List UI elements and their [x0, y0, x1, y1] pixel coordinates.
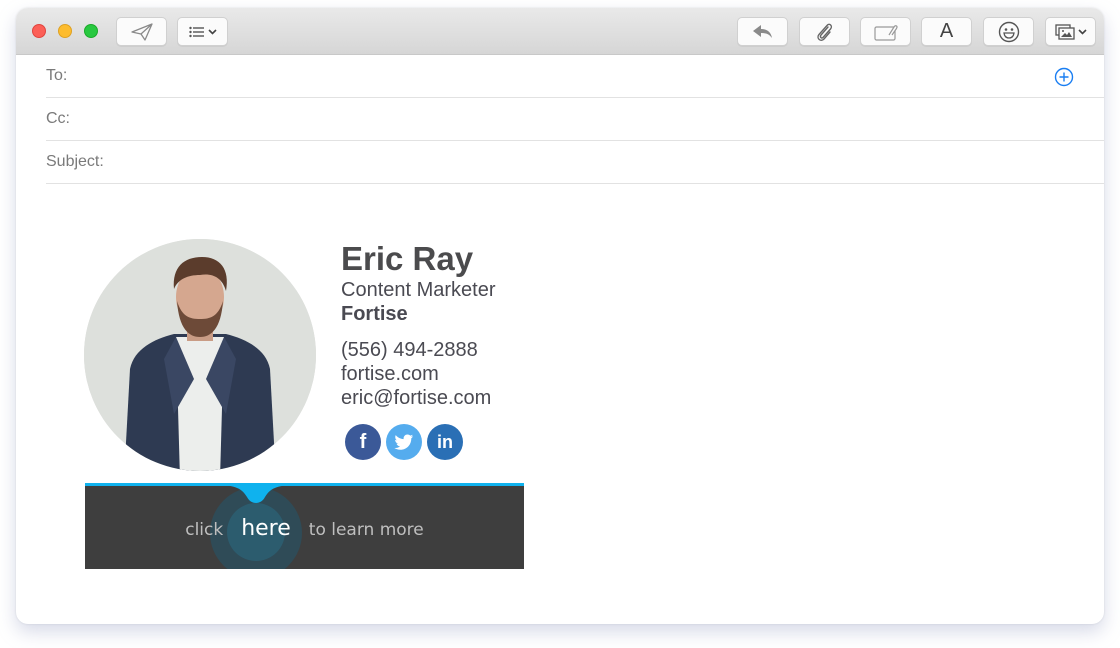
facebook-link[interactable]: f	[345, 424, 381, 460]
chevron-down-icon	[207, 28, 217, 35]
send-button[interactable]	[116, 17, 167, 46]
signature-name: Eric Ray	[341, 240, 474, 277]
markup-icon	[873, 24, 898, 41]
signature-email[interactable]: eric@fortise.com	[341, 386, 496, 410]
send-icon	[130, 22, 153, 41]
profile-photo	[84, 239, 316, 471]
header-fields-button[interactable]	[177, 17, 228, 46]
photo-browser-icon	[1054, 23, 1075, 40]
cc-input[interactable]	[76, 98, 1104, 140]
toolbar: A	[16, 8, 1104, 55]
twitter-icon	[394, 434, 414, 450]
signature-phone[interactable]: (556) 494-2888	[341, 338, 496, 362]
emoji-button[interactable]	[983, 17, 1034, 46]
emoji-icon	[998, 21, 1019, 42]
cc-field-row: Cc:	[46, 98, 1104, 141]
list-format-icon	[188, 26, 204, 37]
reply-button[interactable]	[737, 17, 788, 46]
linkedin-link[interactable]: in	[427, 424, 463, 460]
to-field-row: To:	[46, 55, 1104, 98]
minimize-window-button[interactable]	[58, 24, 72, 38]
reply-icon	[752, 24, 772, 38]
email-signature: Eric Ray Content Marketer Fortise (556) …	[341, 240, 496, 460]
maximize-window-button[interactable]	[84, 24, 98, 38]
markup-button[interactable]	[860, 17, 911, 46]
twitter-link[interactable]	[386, 424, 422, 460]
banner-prefix: click	[185, 520, 224, 540]
attach-button[interactable]	[799, 17, 850, 46]
cc-label: Cc:	[46, 110, 70, 127]
signature-title: Content Marketer	[341, 279, 496, 301]
facebook-icon: f	[359, 430, 367, 453]
to-input[interactable]	[73, 55, 1104, 97]
linkedin-icon: in	[437, 431, 453, 452]
font-button[interactable]: A	[921, 17, 972, 46]
subject-label: Subject:	[46, 153, 104, 170]
paperclip-icon	[816, 23, 832, 41]
signature-company: Fortise	[341, 303, 408, 325]
plus-circle-icon[interactable]	[1054, 67, 1074, 87]
to-label: To:	[46, 67, 68, 84]
close-window-button[interactable]	[32, 24, 46, 38]
signature-website[interactable]: fortise.com	[341, 362, 496, 386]
font-icon: A	[939, 20, 954, 42]
person-portrait-icon	[84, 239, 316, 471]
social-links: f in	[345, 424, 496, 460]
subject-input[interactable]	[109, 141, 1104, 183]
mail-compose-window: A To: Cc: Subject: Eric Ray Content Mark…	[16, 8, 1104, 624]
banner-link-here[interactable]: here	[241, 516, 291, 541]
chevron-down-icon	[1077, 28, 1087, 35]
learn-more-banner[interactable]: click here to learn more	[85, 483, 524, 569]
photo-browser-button[interactable]	[1045, 17, 1096, 46]
subject-field-row: Subject:	[46, 141, 1104, 184]
banner-suffix: to learn more	[308, 520, 424, 540]
